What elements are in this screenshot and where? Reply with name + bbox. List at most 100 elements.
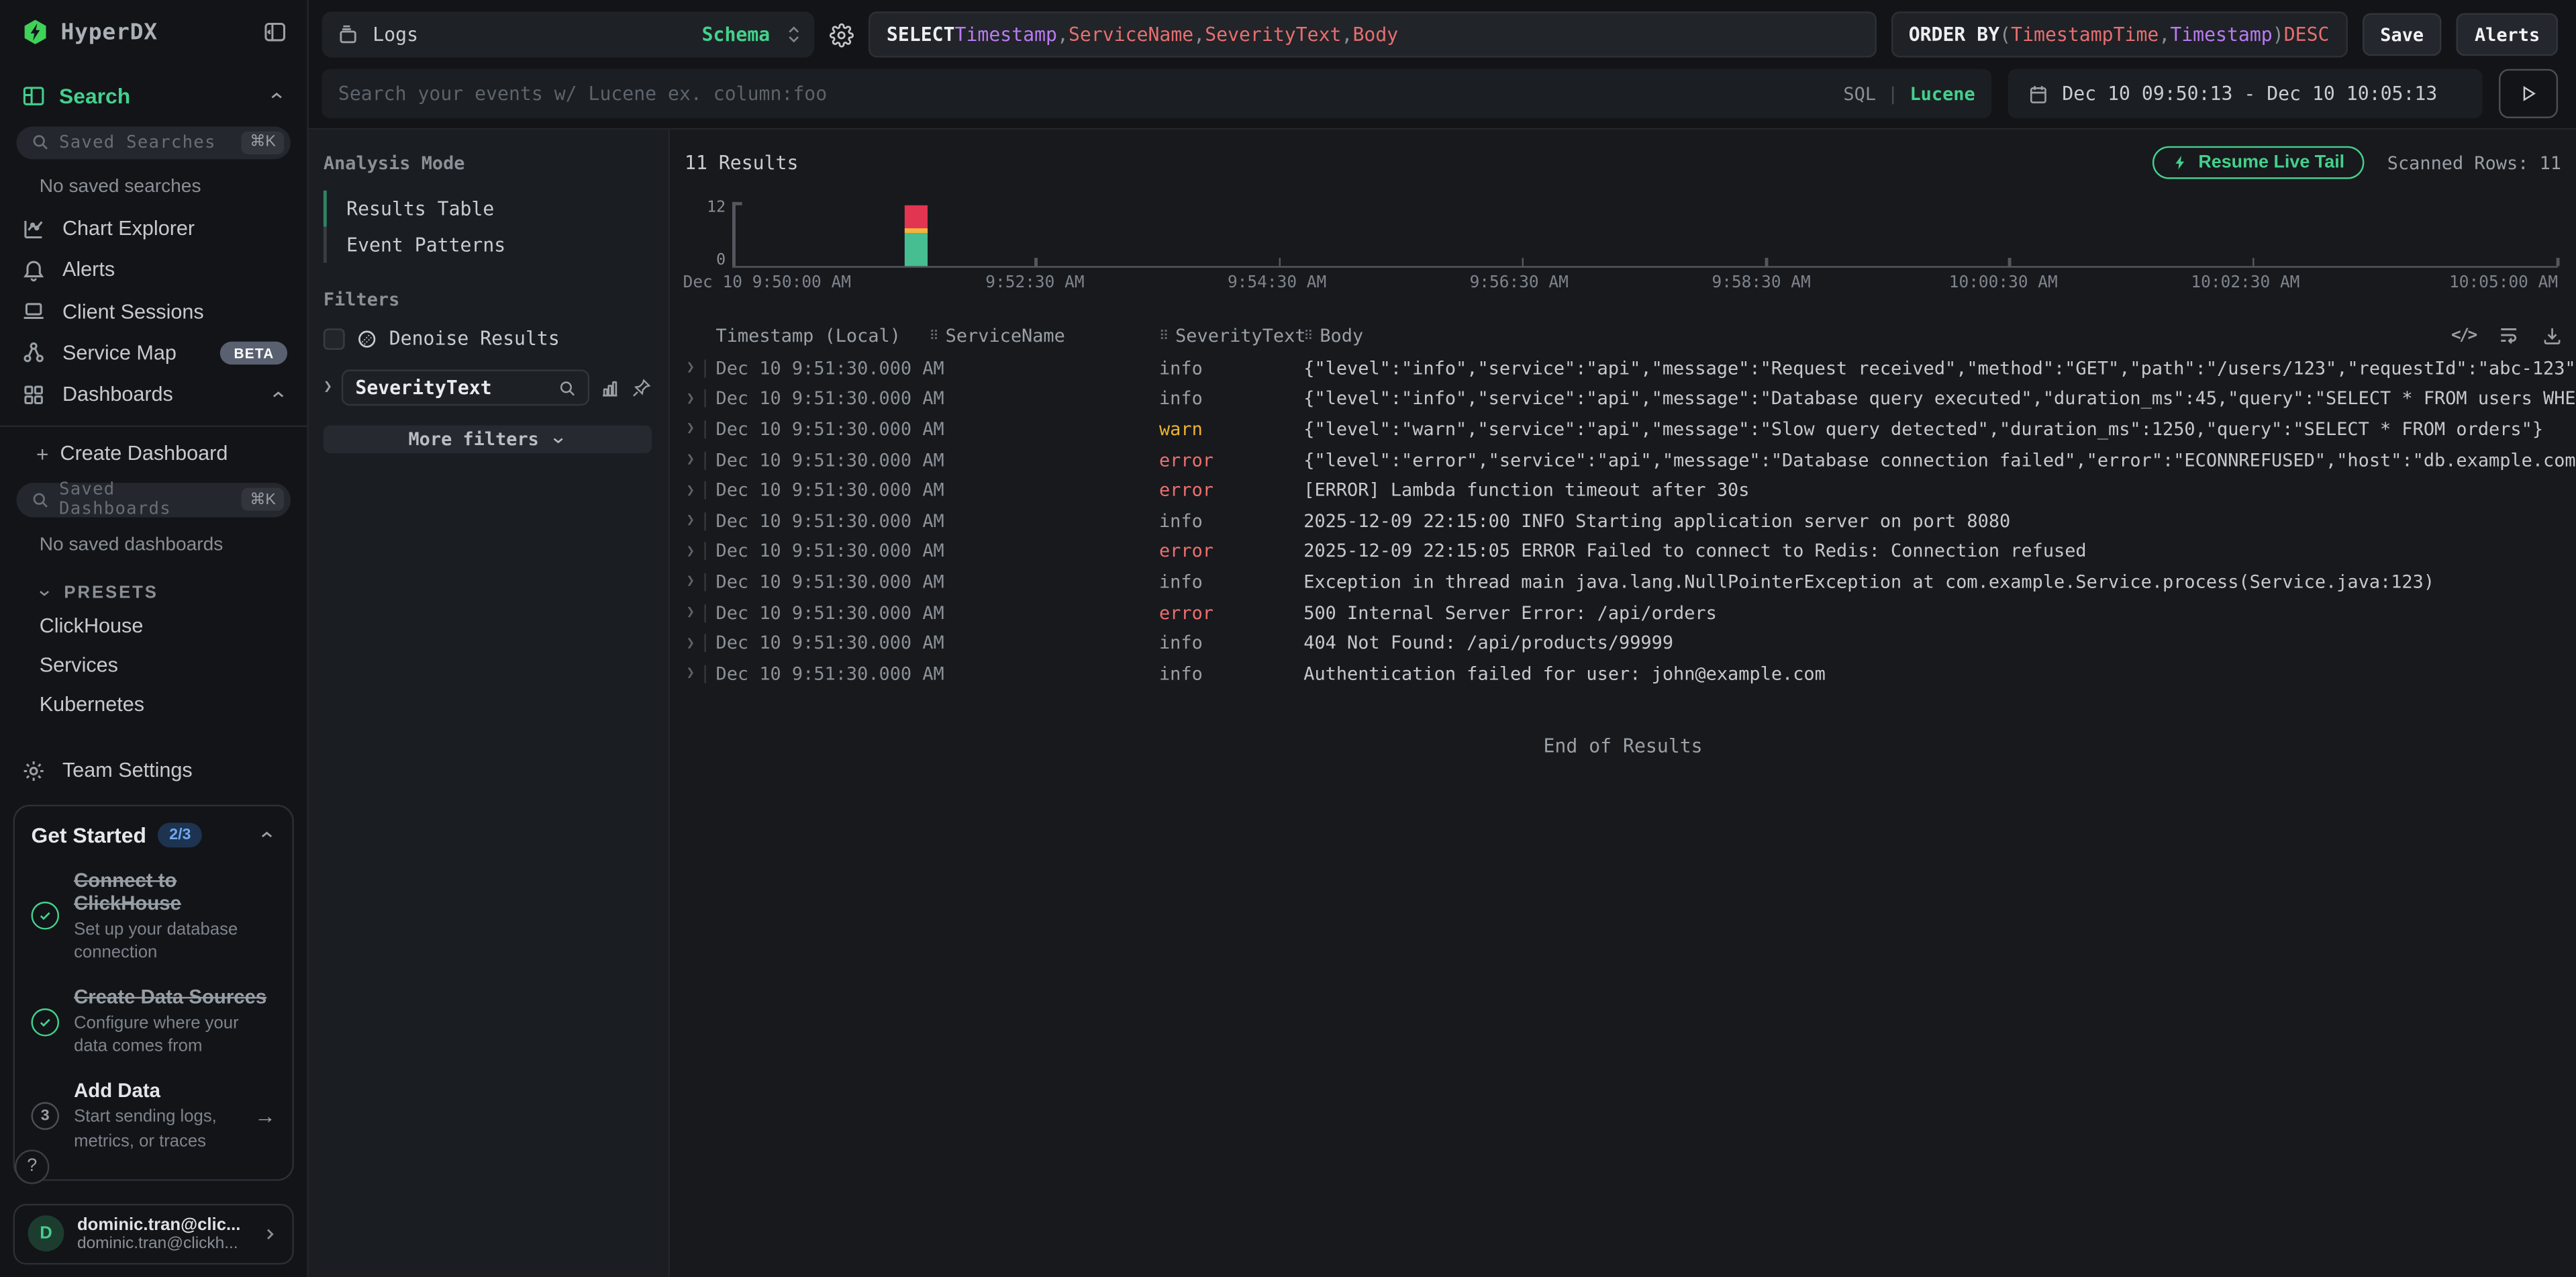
log-row[interactable]: ❯ Dec 10 9:51:30.000 AM error 2025-12-09… [670, 536, 2576, 567]
histogram-plot-area[interactable] [732, 202, 2558, 268]
search-section-icon [21, 84, 46, 109]
log-row[interactable]: ❯ Dec 10 9:51:30.000 AM info {"level":"i… [670, 383, 2576, 414]
create-dashboard-button[interactable]: + Create Dashboard [0, 426, 307, 471]
run-query-button[interactable] [2499, 69, 2558, 118]
get-started-step-add-data[interactable]: 3 Add Data Start sending logs, metrics, … [31, 1080, 275, 1152]
row-expand-icon[interactable]: ❯ [686, 482, 695, 498]
user-menu[interactable]: D dominic.tran@clic... dominic.tran@clic… [13, 1203, 294, 1264]
log-row[interactable]: ❯ Dec 10 9:51:30.000 AM info 404 Not Fou… [670, 628, 2576, 658]
search-icon[interactable] [558, 379, 577, 397]
log-row[interactable]: ❯ Dec 10 9:51:30.000 AM warn {"level":"w… [670, 414, 2576, 444]
preset-item-clickhouse[interactable]: ClickHouse [0, 605, 307, 645]
get-started-step-connect[interactable]: Connect to ClickHouse Set up your databa… [31, 868, 275, 964]
get-started-header[interactable]: Get Started 2/3 [31, 822, 275, 847]
alerts-button[interactable]: Alerts [2457, 13, 2558, 56]
lucene-mode-button[interactable]: Lucene [1910, 83, 1975, 105]
sidebar-collapse-icon[interactable] [262, 20, 287, 45]
chevron-right-icon[interactable]: ❯ [324, 379, 332, 395]
preset-item-services[interactable]: Services [0, 645, 307, 684]
search-placeholder: Search your events w/ Lucene ex. column:… [338, 82, 1844, 105]
event-search-input[interactable]: Search your events w/ Lucene ex. column:… [321, 69, 1991, 118]
mode-event-patterns[interactable]: Event Patterns [324, 227, 652, 263]
saved-searches-input[interactable]: Saved Searches ⌘K [16, 127, 291, 159]
severity-filter-field[interactable]: SeverityText [342, 369, 589, 406]
row-expand-icon[interactable]: ❯ [686, 421, 695, 437]
x-axis-labels: Dec 10 9:50:00 AM9:52:30 AM9:54:30 AM9:5… [683, 275, 2559, 296]
hyperdx-logo-icon [21, 18, 50, 46]
nav-label: Team Settings [62, 759, 193, 782]
help-button[interactable]: ? [15, 1149, 49, 1184]
column-header-servicename[interactable]: ⠿ServiceName [930, 324, 1159, 346]
mode-results-table[interactable]: Results Table [324, 191, 652, 227]
chevron-up-icon[interactable] [268, 87, 286, 105]
chevron-up-icon[interactable] [258, 826, 276, 844]
log-row[interactable]: ❯ Dec 10 9:51:30.000 AM error 500 Intern… [670, 598, 2576, 628]
drag-handle-icon[interactable]: ⠿ [1159, 328, 1167, 342]
preset-item-kubernetes[interactable]: Kubernetes [0, 684, 307, 724]
sidebar-item-team-settings[interactable]: Team Settings [0, 750, 307, 792]
row-expand-icon[interactable]: ❯ [686, 604, 695, 620]
cell-timestamp: Dec 10 9:51:30.000 AM [716, 388, 930, 410]
saved-dashboards-input[interactable]: Saved Dashboards ⌘K [16, 482, 291, 516]
log-row[interactable]: ❯ Dec 10 9:51:30.000 AM info Exception i… [670, 567, 2576, 597]
sidebar-item-search[interactable]: Search [0, 64, 307, 115]
step-title: Connect to ClickHouse [74, 868, 276, 914]
bar-chart-icon[interactable] [599, 377, 621, 398]
drag-handle-icon[interactable]: ⠿ [930, 328, 938, 342]
log-row[interactable]: ❯ Dec 10 9:51:30.000 AM info Authenticat… [670, 659, 2576, 689]
code-view-icon[interactable]: </> [2451, 326, 2476, 344]
row-expand-icon[interactable]: ❯ [686, 665, 695, 681]
sql-column: SeverityText [1205, 23, 1341, 46]
column-header-timestamp[interactable]: Timestamp (Local) [716, 324, 930, 346]
sidebar-item-dashboards[interactable]: Dashboards [0, 373, 307, 415]
order-by-input[interactable]: ORDER BY (TimestampTime, Timestamp) DESC [1891, 11, 2348, 57]
denoise-checkbox[interactable] [324, 328, 345, 349]
download-icon[interactable] [2542, 324, 2563, 346]
log-row[interactable]: ❯ Dec 10 9:51:30.000 AM error [ERROR] La… [670, 475, 2576, 506]
log-row[interactable]: ❯ Dec 10 9:51:30.000 AM error {"level":"… [670, 444, 2576, 475]
row-expand-icon[interactable]: ❯ [686, 635, 695, 651]
text-wrap-icon[interactable] [2497, 324, 2520, 346]
denoise-results-toggle[interactable]: Denoise Results [324, 327, 652, 350]
save-button[interactable]: Save [2362, 13, 2442, 56]
log-row[interactable]: ❯ Dec 10 9:51:30.000 AM info {"level":"i… [670, 353, 2576, 383]
shortcut-badge: ⌘K [242, 132, 284, 154]
get-started-step-data-sources[interactable]: Create Data Sources Configure where your… [31, 986, 275, 1058]
column-header-body[interactable]: ⠿Body [1303, 324, 1363, 346]
chart-explorer-icon [21, 216, 46, 241]
presets-section-toggle[interactable]: PRESETS [0, 566, 307, 606]
y-axis-labels: 12 0 [683, 202, 726, 268]
row-expand-icon[interactable]: ❯ [686, 360, 695, 376]
play-icon [2518, 84, 2538, 103]
no-saved-searches-text: No saved searches [0, 165, 307, 208]
sidebar-item-client-sessions[interactable]: Client Sessions [0, 291, 307, 332]
cell-body: {"level":"error","service":"api","messag… [1303, 449, 2576, 471]
sidebar-item-alerts[interactable]: Alerts [0, 250, 307, 291]
divider [705, 573, 706, 592]
app-window: HyperDX Search Saved Searches ⌘K No save… [0, 0, 2576, 1277]
time-range-picker[interactable]: Dec 10 09:50:13 - Dec 10 10:05:13 [2008, 69, 2483, 118]
row-expand-icon[interactable]: ❯ [686, 543, 695, 559]
sidebar-item-chart-explorer[interactable]: Chart Explorer [0, 208, 307, 250]
source-select[interactable]: Logs Schema [321, 11, 814, 57]
gear-icon[interactable] [829, 22, 854, 47]
row-expand-icon[interactable]: ❯ [686, 391, 695, 407]
gear-icon [21, 758, 46, 783]
drag-handle-icon[interactable]: ⠿ [1303, 328, 1311, 342]
cell-timestamp: Dec 10 9:51:30.000 AM [716, 449, 930, 471]
chevron-up-icon[interactable] [269, 385, 287, 404]
row-expand-icon[interactable]: ❯ [686, 574, 695, 590]
row-expand-icon[interactable]: ❯ [686, 452, 695, 468]
resume-live-tail-button[interactable]: Resume Live Tail [2152, 146, 2365, 179]
more-filters-button[interactable]: More filters [324, 426, 652, 454]
log-rows: ❯ Dec 10 9:51:30.000 AM info {"level":"i… [670, 353, 2576, 689]
sidebar-item-service-map[interactable]: Service Map BETA [0, 332, 307, 374]
log-row[interactable]: ❯ Dec 10 9:51:30.000 AM info 2025-12-09 … [670, 506, 2576, 536]
sql-mode-button[interactable]: SQL [1843, 83, 1876, 105]
select-clause-input[interactable]: SELECT Timestamp,ServiceName,SeverityTex… [869, 11, 1876, 57]
sidebar: HyperDX Search Saved Searches ⌘K No save… [0, 0, 309, 1277]
step-subtitle: Set up your database connection [74, 918, 276, 964]
row-expand-icon[interactable]: ❯ [686, 513, 695, 529]
pin-icon[interactable] [630, 377, 652, 398]
column-header-severitytext[interactable]: ⠿SeverityText [1159, 324, 1303, 346]
